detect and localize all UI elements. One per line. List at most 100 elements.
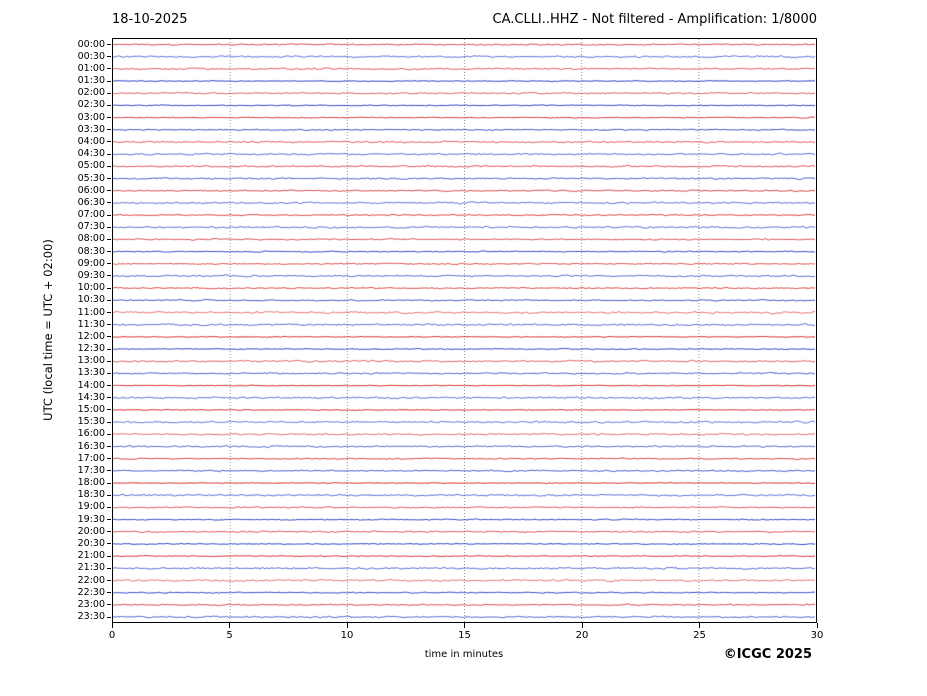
y-axis-title: UTC (local time = UTC + 02:00) [41, 239, 55, 421]
y-tick-label: 12:30 [77, 343, 105, 354]
y-tick-label: 10:00 [77, 282, 105, 294]
y-tick-mark [107, 202, 111, 204]
y-tick-mark [107, 238, 111, 240]
y-tick-label: 20:00 [77, 525, 105, 537]
y-tick-mark [107, 604, 111, 606]
plot-date-label: 18-10-2025 [112, 12, 188, 27]
y-tick-label: 05:30 [77, 172, 105, 184]
y-tick-label: 00:00 [77, 38, 105, 50]
y-tick-label: 21:00 [77, 550, 105, 562]
y-tick-label: 16:00 [77, 428, 105, 440]
x-tick-mark [464, 623, 465, 628]
y-tick-label: 03:00 [77, 111, 105, 123]
y-tick-mark [107, 397, 111, 399]
y-tick-label: 08:30 [77, 245, 105, 257]
y-tick-mark [107, 287, 111, 289]
x-tick-label: 10 [340, 630, 354, 641]
helicorder-page: 18-10-2025 CA.CLLI..HHZ - Not filtered -… [0, 0, 927, 696]
y-tick-mark [107, 129, 111, 131]
y-tick-mark [107, 567, 111, 569]
y-tick-mark [107, 263, 111, 265]
y-tick-mark [107, 324, 111, 326]
y-tick-label: 09:30 [77, 269, 105, 281]
y-tick-mark [107, 555, 111, 557]
x-tick-mark [346, 623, 348, 628]
copyright-label: ©ICGC 2025 [723, 647, 812, 662]
y-tick-label: 17:30 [77, 464, 105, 476]
x-tick-mark [229, 623, 230, 628]
x-tick-label: 20 [575, 630, 589, 641]
y-tick-label: 07:00 [77, 209, 105, 220]
y-tick-label: 06:00 [77, 184, 105, 196]
y-tick-label: 06:30 [77, 196, 105, 208]
y-tick-label: 01:00 [77, 62, 105, 74]
seismogram-traces [113, 39, 816, 622]
y-tick-mark [107, 580, 111, 581]
y-tick-mark [107, 56, 111, 58]
y-tick-mark [107, 470, 111, 472]
y-tick-mark [107, 251, 111, 253]
y-tick-mark [107, 104, 111, 106]
y-tick-label: 15:00 [77, 403, 105, 415]
y-tick-mark [107, 165, 111, 167]
y-tick-label: 18:30 [77, 489, 105, 501]
y-tick-mark [107, 409, 111, 411]
x-tick-label: 0 [108, 630, 116, 641]
y-tick-label: 02:00 [77, 87, 105, 99]
y-tick-mark [107, 312, 111, 313]
y-tick-label: 12:00 [77, 330, 105, 342]
y-tick-mark [107, 348, 111, 350]
y-tick-mark [107, 494, 111, 496]
y-tick-label: 05:00 [77, 160, 105, 172]
y-tick-label: 01:30 [77, 75, 105, 86]
y-tick-label: 11:00 [77, 306, 105, 318]
y-tick-mark [107, 299, 111, 301]
x-tick-mark [581, 623, 583, 628]
y-tick-mark [107, 336, 111, 338]
x-tick-label: 5 [226, 630, 233, 641]
y-tick-mark [107, 275, 111, 277]
y-tick-label: 07:30 [77, 221, 105, 233]
y-tick-label: 04:30 [77, 148, 105, 160]
y-tick-mark [107, 190, 111, 192]
y-tick-label: 16:30 [77, 440, 105, 452]
y-tick-label: 14:30 [77, 391, 105, 403]
y-tick-mark [107, 543, 111, 545]
y-tick-mark [107, 458, 111, 460]
y-tick-mark [107, 153, 111, 155]
seismogram-plot-area [112, 38, 817, 623]
x-tick-mark [816, 623, 818, 628]
x-tick-label: 15 [458, 630, 471, 641]
y-tick-label: 03:30 [77, 123, 105, 135]
y-tick-label: 02:30 [77, 99, 105, 111]
y-tick-mark [107, 519, 111, 521]
y-tick-label: 14:00 [77, 379, 105, 391]
x-axis-title: time in minutes [424, 649, 504, 660]
x-tick-label: 30 [810, 630, 824, 641]
y-tick-label: 22:00 [77, 574, 105, 586]
y-tick-label: 13:30 [77, 367, 105, 379]
y-tick-mark [107, 141, 111, 143]
y-tick-label: 13:00 [77, 355, 105, 367]
y-tick-mark [107, 385, 111, 387]
y-tick-label: 09:00 [77, 257, 105, 269]
y-tick-mark [107, 44, 111, 45]
y-tick-mark [107, 433, 111, 435]
y-tick-label: 19:30 [77, 513, 105, 525]
y-tick-label: 08:00 [77, 233, 105, 245]
seismic-trace [113, 409, 816, 411]
y-tick-label: 10:30 [77, 294, 105, 306]
y-tick-label: 04:00 [77, 135, 105, 147]
y-tick-mark [107, 117, 111, 119]
x-tick-mark [111, 623, 113, 628]
y-tick-mark [107, 372, 111, 374]
y-tick-label: 20:30 [77, 537, 105, 549]
x-tick-label: 25 [693, 630, 706, 641]
y-tick-mark [107, 446, 111, 447]
y-tick-mark [107, 531, 111, 533]
y-tick-label: 15:30 [77, 416, 105, 428]
y-tick-label: 17:00 [77, 452, 105, 464]
plot-title: CA.CLLI..HHZ - Not filtered - Amplificat… [492, 12, 818, 27]
y-tick-mark [107, 482, 111, 484]
y-tick-label: 23:00 [77, 598, 105, 610]
